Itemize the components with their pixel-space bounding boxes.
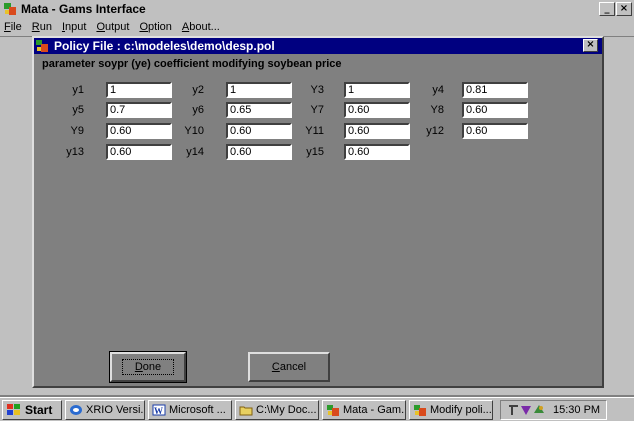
field-y2[interactable] — [226, 82, 292, 98]
label-y4: y4 — [432, 84, 444, 96]
tray-icons[interactable] — [507, 403, 547, 417]
menu-output[interactable]: Output — [96, 21, 129, 33]
field-y6[interactable] — [226, 102, 292, 118]
menu-option[interactable]: Option — [139, 21, 171, 33]
label-y9: Y9 — [70, 125, 84, 137]
taskbar: Start XRIO Versi... W Microsoft ... C:\M… — [0, 397, 634, 421]
done-button-label: one — [142, 361, 162, 373]
field-y5[interactable] — [106, 102, 172, 118]
field-y15[interactable] — [344, 144, 410, 160]
label-y3: Y3 — [310, 84, 324, 96]
close-button[interactable]: × — [616, 2, 632, 16]
mata-app-icon[interactable] — [3, 2, 17, 16]
menu-input[interactable]: Input — [62, 21, 86, 33]
menu-about[interactable]: About... — [182, 21, 220, 33]
label-y2: y2 — [192, 84, 204, 96]
dialog-title: Policy File : c:\modeles\demo\desp.pol — [54, 39, 275, 53]
mata-icon — [327, 404, 339, 416]
svg-text:W: W — [154, 406, 163, 416]
parameter-description: parameter soypr (ye) coefficient modifyi… — [42, 58, 342, 70]
taskbar-item-folder[interactable]: C:\My Doc... — [235, 399, 319, 420]
folder-icon — [239, 406, 253, 415]
label-y8: Y8 — [430, 104, 444, 116]
label-y6: y6 — [192, 104, 204, 116]
field-y8[interactable] — [462, 102, 528, 118]
windows-logo-icon — [7, 403, 20, 415]
start-label: Start — [25, 402, 53, 417]
field-y3[interactable] — [344, 82, 410, 98]
field-y4[interactable] — [462, 82, 528, 98]
label-y1: y1 — [72, 84, 84, 96]
menu-file[interactable]: File — [4, 21, 22, 33]
taskbar-item-xrio[interactable]: XRIO Versi... — [65, 399, 145, 420]
field-y1[interactable] — [106, 82, 172, 98]
minimize-button[interactable]: _ — [599, 2, 615, 16]
app-title: Mata - Gams Interface — [21, 2, 146, 16]
field-y13[interactable] — [106, 144, 172, 160]
policy-file-dialog: Policy File : c:\modeles\demo\desp.pol ×… — [32, 36, 604, 388]
cancel-button[interactable]: Cancel — [248, 352, 330, 382]
app-title-bar[interactable]: Mata - Gams Interface _ × — [0, 0, 634, 18]
clock[interactable]: 15:30 PM — [553, 404, 600, 416]
cancel-button-label: ancel — [279, 361, 307, 373]
start-button[interactable]: Start — [2, 399, 62, 420]
word-icon: W — [152, 404, 166, 416]
label-y10: Y10 — [184, 125, 204, 137]
dialog-close-button[interactable]: × — [583, 39, 598, 52]
mata-icon — [414, 404, 426, 416]
label-y7: Y7 — [310, 104, 324, 116]
label-y5: y5 — [72, 104, 84, 116]
field-y7[interactable] — [344, 102, 410, 118]
policy-file-icon — [36, 40, 50, 52]
taskbar-item-mata[interactable]: Mata - Gam... — [322, 399, 406, 420]
xrio-icon — [70, 404, 82, 415]
field-y14[interactable] — [226, 144, 292, 160]
system-tray: 15:30 PM — [500, 399, 608, 420]
field-y10[interactable] — [226, 123, 292, 139]
menu-bar: File Run Input Output Option About... — [0, 19, 634, 35]
app-window: Mata - Gams Interface _ × File Run Input… — [0, 0, 634, 395]
dialog-title-bar[interactable]: Policy File : c:\modeles\demo\desp.pol × — [34, 38, 602, 54]
done-button[interactable]: Done — [109, 351, 187, 383]
label-y15: y15 — [306, 146, 324, 158]
label-y12: y12 — [426, 125, 444, 137]
label-y13: y13 — [66, 146, 84, 158]
taskbar-item-modify-policy[interactable]: Modify poli... — [409, 399, 493, 420]
menu-run[interactable]: Run — [32, 21, 52, 33]
label-y14: y14 — [186, 146, 204, 158]
label-y11: Y11 — [305, 125, 324, 137]
field-y11[interactable] — [344, 123, 410, 139]
taskbar-item-word[interactable]: W Microsoft ... — [148, 399, 232, 420]
field-y12[interactable] — [462, 123, 528, 139]
field-y9[interactable] — [106, 123, 172, 139]
